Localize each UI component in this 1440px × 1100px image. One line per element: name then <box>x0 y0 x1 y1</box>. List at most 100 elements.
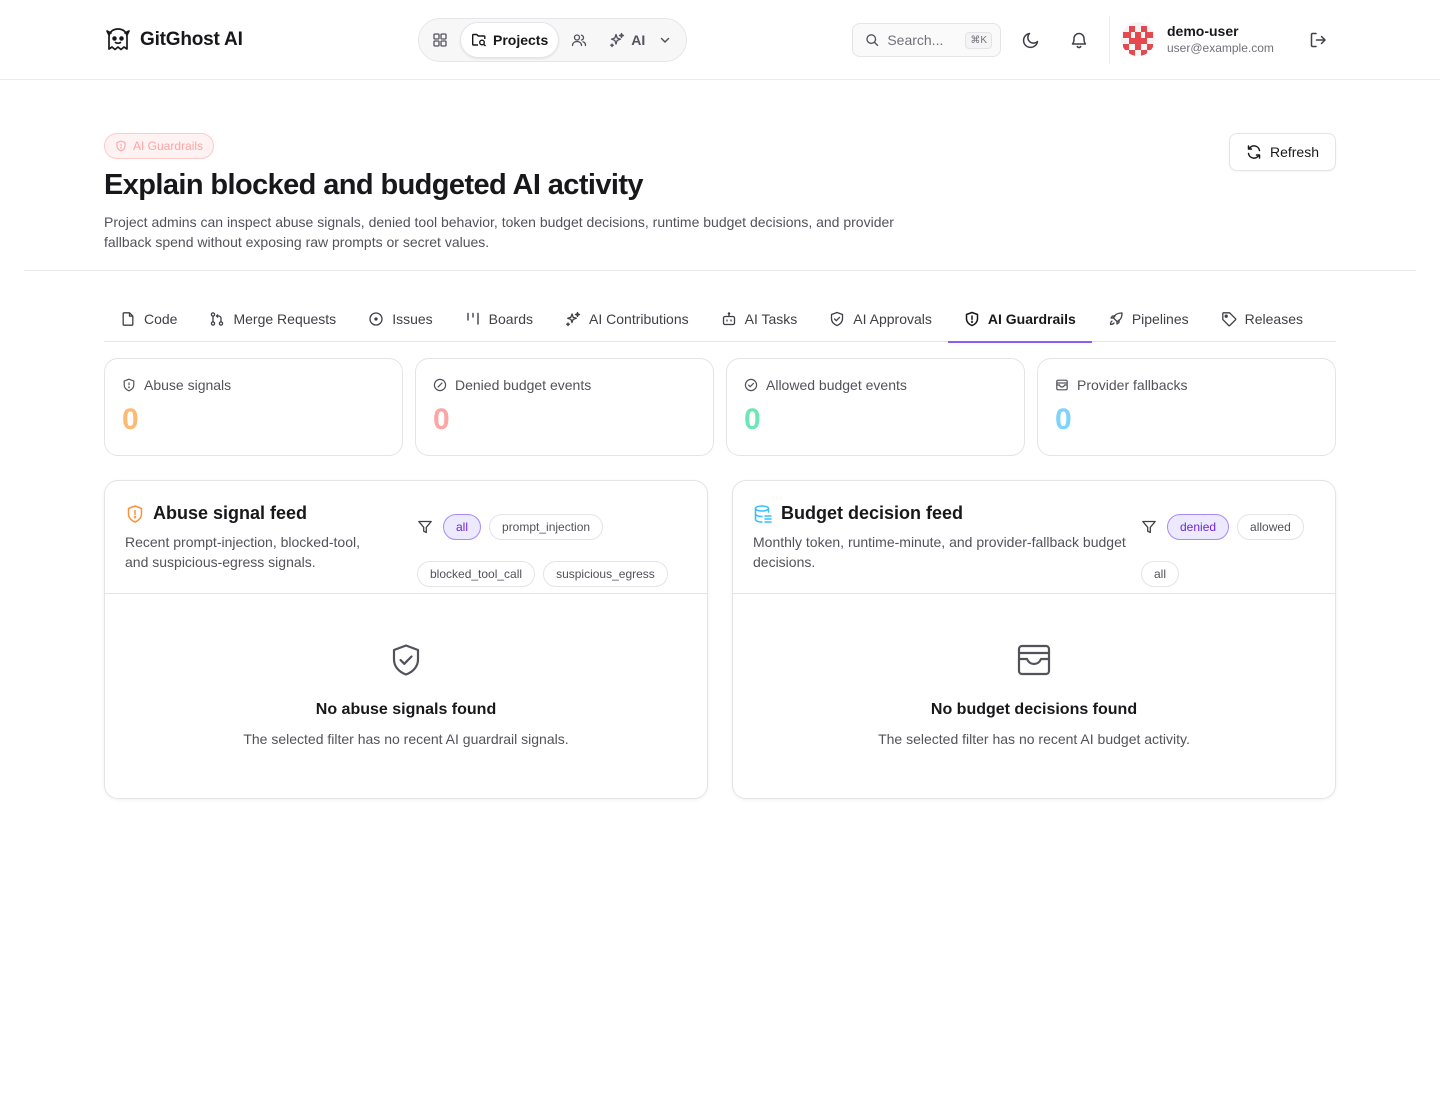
shield-alert-icon <box>123 378 135 392</box>
empty-title: No abuse signals found <box>315 701 497 718</box>
empty-subtitle: The selected filter has no recent AI gua… <box>243 731 569 747</box>
brand[interactable]: GitGhost AI <box>104 26 243 54</box>
user-email: user@example.com <box>1167 41 1274 55</box>
feeds: Abuse signal feed Recent prompt-injectio… <box>104 480 1336 799</box>
tab-ai-tasks[interactable]: AI Tasks <box>705 296 814 342</box>
notifications-button[interactable] <box>1063 24 1095 56</box>
filter-chip-denied[interactable]: denied <box>1167 514 1230 541</box>
tab-issues[interactable]: Issues <box>352 296 448 342</box>
abuse-signal-feed: Abuse signal feed Recent prompt-injectio… <box>104 480 708 799</box>
feed-title: Abuse signal feed <box>153 503 308 523</box>
search-shortcut: ⌘K <box>965 31 992 49</box>
page-header: AI Guardrails Explain blocked and budget… <box>104 133 1336 252</box>
stat-label: Abuse signals <box>144 377 232 393</box>
stat-label: Allowed budget events <box>766 377 907 393</box>
section-divider <box>24 270 1416 271</box>
empty-state: No abuse signals found The selected filt… <box>105 594 707 747</box>
tab-label: Pipelines <box>1131 311 1189 327</box>
search-icon <box>866 34 879 47</box>
logout-button[interactable] <box>1302 24 1334 56</box>
page-description: Project admins can inspect abuse signals… <box>104 214 894 250</box>
filter-chip-all[interactable]: all <box>1141 560 1180 587</box>
shield-check-icon <box>392 644 420 676</box>
database-icon <box>754 504 772 523</box>
tab-label: Code <box>144 311 178 327</box>
circle-dot-icon <box>369 312 383 326</box>
bot-icon <box>722 312 735 326</box>
budget-filters: denied allowed all <box>1141 503 1315 593</box>
filter-icon <box>1142 521 1156 534</box>
user-menu[interactable]: demo-user user@example.com <box>1121 22 1274 56</box>
stat-value: 0 <box>1055 403 1072 436</box>
tab-pipelines[interactable]: Pipelines <box>1092 296 1205 342</box>
tab-ai-guardrails[interactable]: AI Guardrails <box>947 296 1092 343</box>
search-input[interactable] <box>887 32 958 48</box>
tab-ai-contributions[interactable]: AI Contributions <box>549 296 705 342</box>
moon-icon <box>1022 32 1039 49</box>
stat-label: Provider fallbacks <box>1077 377 1188 393</box>
sparkles-icon <box>566 311 581 327</box>
tab-label: Merge Requests <box>233 311 337 327</box>
abuse-filters: all prompt_injection blocked_tool_call s… <box>417 503 687 593</box>
filter-chip-suspicious-egress[interactable]: suspicious_egress <box>543 560 668 587</box>
search-box[interactable]: ⌘K <box>852 23 1001 57</box>
tab-label: Issues <box>392 311 433 327</box>
app-name: GitGhost AI <box>140 29 243 50</box>
feed-description: Recent prompt-injection, blocked-tool, a… <box>125 534 361 570</box>
tab-label: Releases <box>1244 311 1304 327</box>
tab-label: AI Guardrails <box>987 311 1076 327</box>
tab-releases[interactable]: Releases <box>1205 296 1319 342</box>
stat-value: 0 <box>433 403 450 436</box>
empty-subtitle: The selected filter has no recent AI bud… <box>878 731 1190 747</box>
tab-label: AI Tasks <box>744 311 798 327</box>
circle-slash-icon <box>433 378 447 392</box>
user-name: demo-user <box>1167 23 1239 39</box>
stat-card-allowed-budget: Allowed budget events 0 <box>726 358 1025 456</box>
nav-users[interactable] <box>561 22 597 58</box>
theme-toggle-button[interactable] <box>1015 24 1047 56</box>
page-title: Explain blocked and budgeted AI activity <box>104 169 644 201</box>
project-tabs: Code Merge Requests Issues Boards AI Con… <box>104 296 1336 343</box>
wallet-icon <box>1056 379 1068 391</box>
stat-label: Denied budget events <box>455 377 592 393</box>
shield-alert-icon <box>965 311 979 327</box>
tab-ai-approvals[interactable]: AI Approvals <box>813 296 948 342</box>
tab-merge-requests[interactable]: Merge Requests <box>193 296 352 342</box>
top-bar: GitGhost AI Projects AI Search... ⌘K dem… <box>0 0 1440 80</box>
filter-chip-all[interactable]: all <box>443 514 482 541</box>
git-merge-icon <box>211 312 224 326</box>
users-icon <box>572 34 587 47</box>
filter-chip-allowed[interactable]: allowed <box>1237 514 1304 541</box>
shield-check-icon <box>831 311 844 327</box>
tab-code[interactable]: Code <box>104 296 193 342</box>
shield-alert-icon <box>127 504 143 523</box>
empty-state: No budget decisions found The selected f… <box>733 594 1335 747</box>
header-divider <box>1109 16 1110 64</box>
stat-value: 0 <box>744 403 761 436</box>
filter-chip-blocked-tool-call[interactable]: blocked_tool_call <box>417 560 536 587</box>
wallet-icon <box>1017 644 1051 676</box>
shield-alert-icon <box>116 140 126 152</box>
stat-card-denied-budget: Denied budget events 0 <box>415 358 714 456</box>
file-icon <box>122 312 134 326</box>
empty-title: No budget decisions found <box>930 701 1138 718</box>
circle-check-icon <box>744 378 758 392</box>
nav-projects[interactable]: Projects <box>460 22 560 58</box>
nav-projects-label: Projects <box>493 32 549 48</box>
nav-ai[interactable]: AI <box>599 22 683 58</box>
filter-icon <box>418 521 432 534</box>
tag-icon <box>1221 312 1237 327</box>
stats-row: Abuse signals 0 Denied budget events 0 A… <box>104 358 1336 456</box>
rocket-icon <box>1109 312 1123 326</box>
refresh-button[interactable]: Refresh <box>1228 133 1336 171</box>
tab-label: AI Contributions <box>589 311 689 327</box>
log-out-icon <box>1310 32 1326 48</box>
stat-card-provider-fallbacks: Provider fallbacks 0 <box>1037 358 1336 456</box>
nav-dashboard[interactable] <box>422 22 458 58</box>
refresh-icon <box>1247 145 1261 159</box>
badge-label: AI Guardrails <box>133 139 204 153</box>
filter-chip-prompt-injection[interactable]: prompt_injection <box>489 514 604 541</box>
refresh-label: Refresh <box>1269 144 1319 160</box>
bell-icon <box>1071 32 1087 49</box>
tab-boards[interactable]: Boards <box>449 296 549 342</box>
